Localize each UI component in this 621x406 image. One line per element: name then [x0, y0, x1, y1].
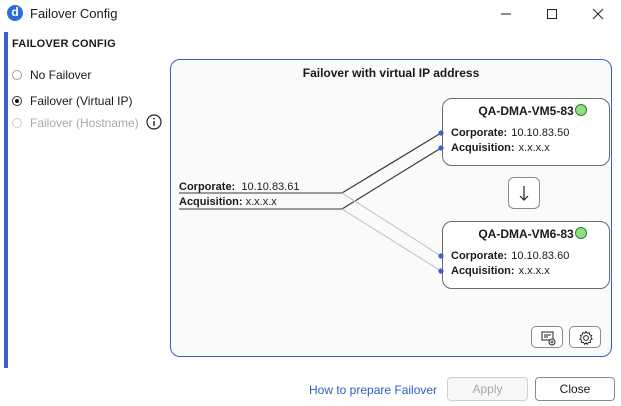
arrow-down-icon [519, 186, 529, 201]
close-window-button[interactable] [575, 0, 621, 28]
close-icon [592, 8, 604, 20]
node-acquisition-value: x.x.x.x [518, 142, 550, 154]
node-corporate-value: 10.10.83.50 [511, 127, 570, 139]
info-icon[interactable] [146, 114, 162, 130]
window-title: Failover Config [30, 6, 118, 21]
source-corporate-value: 10.10.83.61 [241, 181, 300, 193]
agent-node-primary[interactable]: QA-DMA-VM5-83 Corporate: 10.10.83.50 Acqu… [442, 98, 610, 166]
source-addresses: Corporate: 10.10.83.61 Acquisition: x.x.… [179, 180, 299, 210]
radio-label: Failover (Virtual IP) [30, 94, 133, 108]
app-logo-icon: d [7, 5, 23, 21]
section-accent-bar [4, 32, 8, 368]
radio-button-disabled [12, 118, 22, 128]
node-acquisition-value: x.x.x.x [518, 265, 550, 277]
radio-label: No Failover [30, 68, 92, 82]
help-link[interactable]: How to prepare Failover [309, 383, 437, 397]
node-corporate-value: 10.10.83.60 [511, 250, 570, 262]
node-corporate-label: Corporate: [451, 250, 508, 262]
title-bar: d Failover Config [0, 0, 621, 28]
minimize-button[interactable] [483, 0, 529, 28]
radio-failover-virtual-ip[interactable]: Failover (Virtual IP) [12, 92, 132, 110]
minimize-icon [501, 13, 511, 15]
section-title: FAILOVER CONFIG [12, 38, 116, 50]
status-online-icon [575, 227, 587, 239]
network-settings-button[interactable] [531, 326, 563, 348]
node-acquisition-label: Acquisition: [451, 142, 515, 154]
apply-button[interactable]: Apply [447, 377, 528, 401]
network-config-icon [541, 331, 556, 346]
radio-button-selected[interactable] [12, 96, 22, 106]
maximize-icon [547, 9, 557, 19]
radio-failover-hostname: Failover (Hostname) [12, 114, 139, 132]
agent-node-secondary[interactable]: QA-DMA-VM6-83 Corporate: 10.10.83.60 Acqu… [442, 221, 610, 289]
radio-no-failover[interactable]: No Failover [12, 66, 91, 84]
status-online-icon [575, 104, 587, 116]
maximize-button[interactable] [529, 0, 575, 28]
close-button[interactable]: Close [535, 377, 615, 401]
gear-icon [579, 330, 593, 346]
settings-button[interactable] [569, 326, 601, 348]
node-corporate-label: Corporate: [451, 127, 508, 139]
swap-nodes-button[interactable] [508, 177, 540, 209]
panel-title: Failover with virtual IP address [302, 66, 480, 80]
source-acquisition-value: x.x.x.x [245, 196, 277, 208]
radio-label: Failover (Hostname) [30, 116, 139, 130]
source-acquisition-label: Acquisition: [179, 196, 243, 208]
radio-button[interactable] [12, 70, 22, 80]
node-acquisition-label: Acquisition: [451, 265, 515, 277]
source-corporate-label: Corporate: [179, 181, 236, 193]
